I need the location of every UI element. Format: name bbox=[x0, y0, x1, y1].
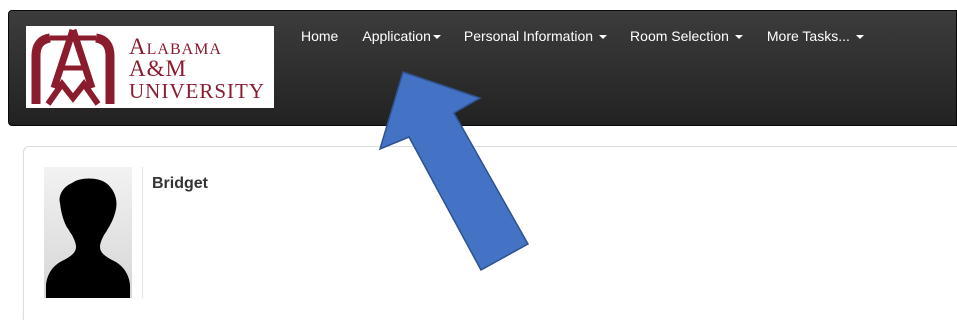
avatar bbox=[44, 167, 132, 298]
caret-down-icon bbox=[855, 35, 864, 39]
profile-panel: Bridget bbox=[23, 146, 957, 320]
nav-more-tasks-dropdown[interactable]: More Tasks... bbox=[767, 28, 864, 44]
caret-down-icon bbox=[734, 35, 743, 39]
logo-line-university: University bbox=[129, 79, 265, 103]
logo-text: Alabama A&M University bbox=[129, 35, 265, 102]
caret-down-icon bbox=[432, 35, 441, 39]
nav-personal-information-dropdown[interactable]: Personal Information bbox=[463, 28, 608, 44]
nav-home-label: Home bbox=[301, 28, 339, 44]
nav-application-dropdown[interactable]: Application bbox=[362, 28, 441, 44]
logo-line-alabama: Alabama bbox=[129, 34, 222, 59]
nav-application-label: Application bbox=[362, 28, 431, 44]
top-navbar: Alabama A&M University Home Application … bbox=[8, 10, 957, 126]
nav-more-tasks-label: More Tasks... bbox=[766, 28, 850, 44]
caret-down-icon bbox=[599, 35, 608, 39]
avatar-divider bbox=[142, 167, 143, 298]
nav-room-selection-label: Room Selection bbox=[630, 28, 729, 44]
student-name: Bridget bbox=[152, 175, 208, 192]
nav-home[interactable]: Home bbox=[301, 28, 338, 44]
page: Alabama A&M University Home Application … bbox=[0, 0, 957, 320]
university-logo[interactable]: Alabama A&M University bbox=[26, 26, 274, 108]
nav-personal-information-label: Personal Information bbox=[463, 28, 594, 44]
nav-room-selection-dropdown[interactable]: Room Selection bbox=[630, 28, 743, 44]
logo-line-am: A&M bbox=[129, 56, 187, 81]
main-nav: Home Application Personal Information Ro… bbox=[289, 27, 864, 45]
person-silhouette-icon bbox=[46, 178, 130, 298]
